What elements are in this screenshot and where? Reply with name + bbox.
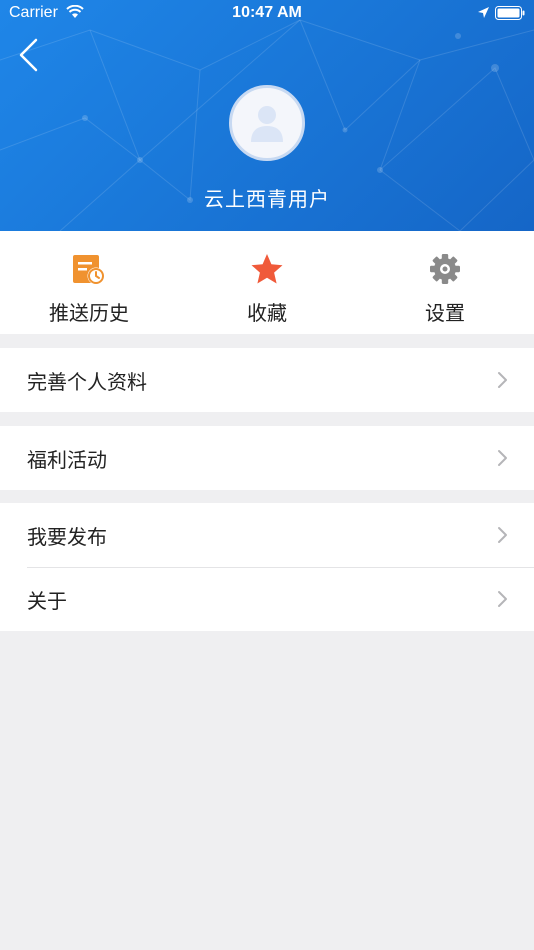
gear-icon: [430, 254, 460, 284]
avatar[interactable]: [229, 85, 305, 161]
menu-item-label: 关于: [27, 589, 67, 613]
chevron-right-icon: [498, 372, 507, 388]
push-history-label: 推送历史: [49, 301, 129, 325]
menu-item-publish[interactable]: 我要发布: [0, 503, 534, 567]
location-arrow-icon: [478, 7, 489, 18]
favorites-button[interactable]: 收藏: [178, 231, 356, 334]
menu-item-about[interactable]: 关于: [0, 567, 534, 631]
chevron-right-icon: [498, 591, 507, 607]
menu-item-label: 福利活动: [27, 448, 107, 472]
menu-item-label: 完善个人资料: [27, 370, 147, 394]
push-history-button[interactable]: 推送历史: [0, 231, 178, 334]
clock: 10:47 AM: [232, 4, 302, 21]
chevron-right-icon: [498, 450, 507, 466]
star-icon: [251, 254, 283, 284]
menu-item-label: 我要发布: [27, 525, 107, 549]
back-button[interactable]: [14, 36, 46, 74]
menu-group-other: 我要发布 关于: [0, 503, 534, 631]
shortcut-bar: 推送历史 收藏 设置: [0, 231, 534, 334]
push-history-icon: [73, 255, 105, 285]
favorites-label: 收藏: [247, 301, 287, 325]
username: 云上西青用户: [204, 187, 330, 211]
battery-icon: [495, 6, 525, 20]
settings-button[interactable]: 设置: [356, 231, 534, 334]
status-bar: Carrier 10:47 AM: [0, 0, 534, 28]
chevron-right-icon: [498, 527, 507, 543]
menu-group-benefits: 福利活动: [0, 426, 534, 490]
profile-header: Carrier 10:47 AM 云上西青用户: [0, 0, 534, 231]
menu-item-benefits[interactable]: 福利活动: [0, 426, 534, 490]
user-silhouette-icon: [251, 106, 283, 142]
menu-item-complete-profile[interactable]: 完善个人资料: [0, 348, 534, 412]
menu-group-profile: 完善个人资料: [0, 348, 534, 412]
settings-label: 设置: [425, 301, 465, 325]
